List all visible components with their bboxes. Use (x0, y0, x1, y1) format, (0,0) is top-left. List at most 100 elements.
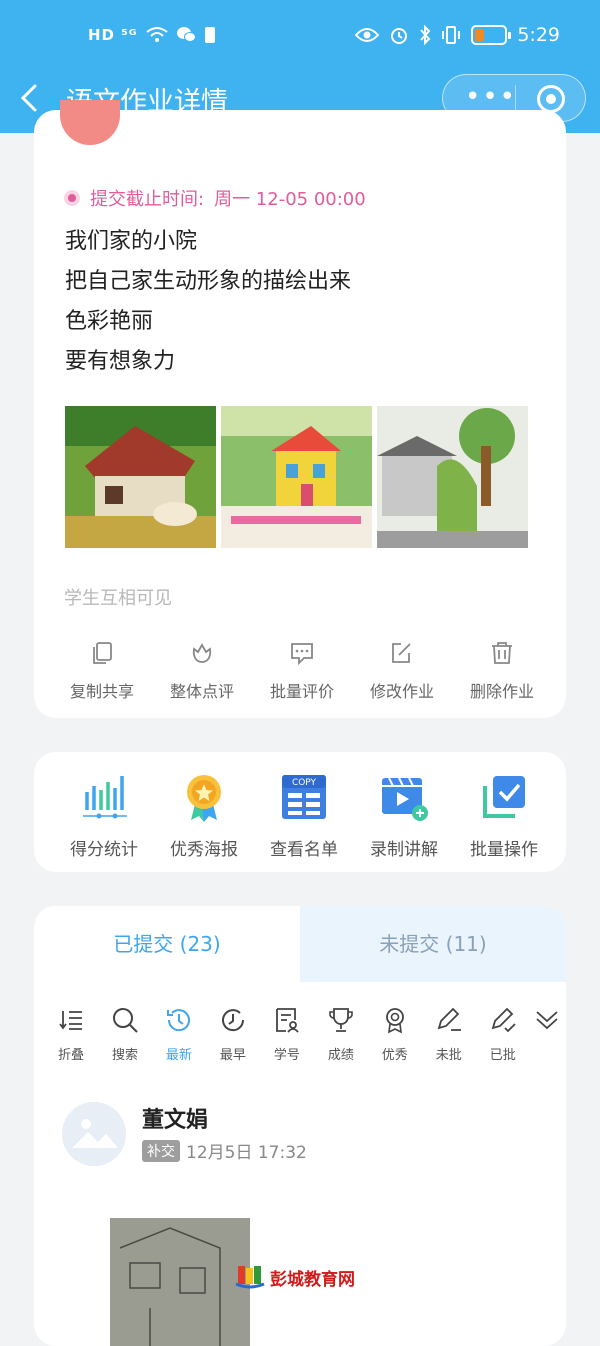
overall-comment-button[interactable]: 整体点评 (152, 640, 252, 702)
tools-row: 得分统计 优秀海报 COPY 查看名单 录制讲解 批量操作 (54, 772, 554, 860)
tools-card: 得分统计 优秀海报 COPY 查看名单 录制讲解 批量操作 (34, 752, 566, 872)
expand-filters-button[interactable] (530, 1006, 564, 1063)
batch-operation-button[interactable]: 批量操作 (454, 772, 554, 860)
tool-label: 录制讲解 (370, 840, 438, 860)
action-label: 批量评价 (269, 682, 334, 701)
chart-icon (83, 776, 127, 819)
action-label: 修改作业 (369, 682, 434, 701)
book-logo-icon (235, 1266, 265, 1289)
excellent-poster-button[interactable]: 优秀海报 (154, 772, 254, 860)
filter-label: 已批 (489, 1048, 516, 1063)
filter-unmarked[interactable]: 未批 (422, 1006, 476, 1063)
content-line: 要有想象力 (65, 349, 176, 374)
tab-submitted[interactable]: 已提交 (23) (34, 906, 300, 982)
tab-not-submitted[interactable]: 未提交 (11) (300, 906, 566, 982)
medal-icon (187, 775, 221, 822)
student-name: 董文娟 (142, 1108, 209, 1133)
eye-icon (355, 28, 380, 42)
more-icon[interactable]: ••• (465, 81, 517, 113)
bluetooth-icon (420, 25, 431, 45)
filter-newest[interactable]: 最新 (152, 1006, 206, 1063)
late-submission-badge: 补交 (142, 1139, 180, 1162)
view-list-button[interactable]: COPY 查看名单 (254, 772, 354, 860)
status-time: 5:29 (517, 24, 560, 46)
double-chevron-down-icon (536, 1011, 558, 1030)
deadline-value: 周一 12-05 00:00 (214, 189, 366, 210)
filter-label: 成绩 (327, 1048, 354, 1063)
filter-score[interactable]: 成绩 (314, 1006, 368, 1063)
filter-excellent[interactable]: 优秀 (368, 1006, 422, 1063)
filter-search[interactable]: 搜索 (98, 1006, 152, 1063)
filter-label: 最早 (219, 1048, 246, 1063)
close-mini-program-icon[interactable] (537, 85, 565, 113)
filter-student-id[interactable]: 学号 (260, 1006, 314, 1063)
status-right: 5:29 (355, 24, 560, 46)
action-label: 整体点评 (169, 682, 234, 701)
submissions-card: 已提交 (23) 未提交 (11) 折叠 搜索 最新 最早 学号 成绩 优秀 未… (34, 906, 566, 1346)
deadline-label: 提交截止时间: (90, 189, 205, 210)
chevron-left-icon (20, 84, 37, 112)
submission-meta: 补交 12月5日 17:32 (142, 1138, 402, 1163)
filter-label: 未批 (435, 1048, 462, 1063)
deadline-row: 提交截止时间: 周一 12-05 00:00 (64, 185, 366, 211)
filter-bar: 折叠 搜索 最新 最早 学号 成绩 优秀 未批 已批 (44, 1006, 564, 1063)
deadline-dot-icon (64, 190, 80, 206)
id-icon (275, 1008, 299, 1033)
status-left: HD ⁵ᴳ (88, 26, 216, 44)
drawing-image-1[interactable] (65, 406, 216, 548)
wifi-icon (145, 27, 168, 42)
assignment-card: 提交截止时间: 周一 12-05 00:00 我们家的小院 把自己家生动形象的描… (34, 100, 566, 718)
tool-label: 得分统计 (70, 840, 138, 860)
filter-fold[interactable]: 折叠 (44, 1006, 98, 1063)
filter-label: 折叠 (57, 1048, 84, 1063)
copy-share-button[interactable]: 复制共享 (52, 640, 152, 702)
copy-list-icon: COPY (282, 775, 326, 819)
delete-assignment-button[interactable]: 删除作业 (452, 640, 552, 702)
content-line: 把自己家生动形象的描绘出来 (65, 269, 352, 294)
score-stats-button[interactable]: 得分统计 (54, 772, 154, 860)
tool-label: 优秀海报 (170, 840, 238, 860)
tool-label: 批量操作 (470, 840, 538, 860)
video-icon (382, 777, 428, 821)
batch-evaluate-button[interactable]: 批量评价 (252, 640, 352, 702)
check-icon (483, 776, 525, 818)
wechat-icon (176, 27, 196, 42)
watermark: 彭城教育网 (234, 1264, 355, 1290)
vibrate-icon (442, 26, 461, 44)
back-button[interactable] (18, 81, 40, 124)
assignment-content: 我们家的小院 把自己家生动形象的描绘出来 色彩艳丽 要有想象力 (65, 222, 351, 382)
flower-icon (192, 643, 212, 663)
trash-icon (492, 642, 512, 664)
action-label: 删除作业 (469, 682, 534, 701)
action-label: 复制共享 (69, 682, 134, 701)
placeholder-image-icon (62, 1102, 126, 1166)
edit-assignment-button[interactable]: 修改作业 (352, 640, 452, 702)
teacher-avatar (60, 100, 120, 145)
attachment-images (65, 406, 528, 548)
status-bar: HD ⁵ᴳ 5:29 (0, 0, 600, 75)
clock-icon (166, 1009, 190, 1032)
comment-icon (291, 643, 313, 666)
watermark-text: 彭城教育网 (270, 1269, 355, 1290)
filter-earliest[interactable]: 最早 (206, 1006, 260, 1063)
tool-label: 查看名单 (270, 840, 338, 860)
content-line: 我们家的小院 (65, 229, 198, 254)
battery-icon (471, 25, 512, 45)
filter-marked[interactable]: 已批 (476, 1006, 530, 1063)
filter-label: 最新 (165, 1048, 192, 1063)
content-line: 色彩艳丽 (65, 309, 154, 334)
submission-tabs: 已提交 (23) 未提交 (11) (34, 906, 566, 982)
clock-back-icon (221, 1009, 244, 1032)
drawing-image-2[interactable] (221, 406, 372, 548)
filter-label: 学号 (273, 1048, 300, 1063)
drawing-image-3[interactable] (377, 406, 528, 548)
copy-icon (93, 642, 112, 664)
search-icon (112, 1008, 138, 1033)
record-explain-button[interactable]: 录制讲解 (354, 772, 454, 860)
alarm-icon (391, 28, 408, 44)
sim-icon (204, 27, 215, 43)
visibility-note: 学生互相可见 (64, 588, 172, 609)
submission-image[interactable] (110, 1218, 250, 1346)
pen-icon (437, 1007, 461, 1031)
submission-time: 12月5日 17:32 (186, 1143, 307, 1163)
